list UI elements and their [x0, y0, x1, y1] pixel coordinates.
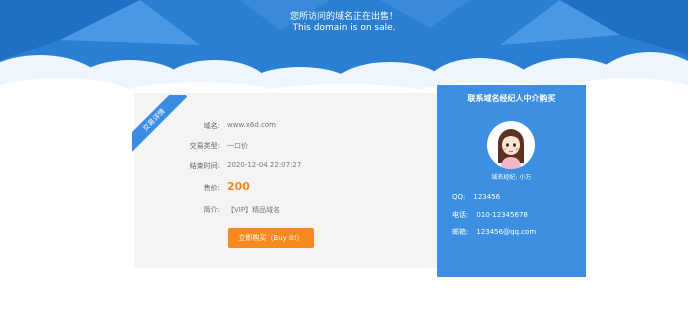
agent-name-line: 域名经纪: 小万 — [437, 172, 586, 181]
price-value: 200 — [227, 180, 250, 193]
row-value: 2020-12-04 22:07:27 — [227, 161, 302, 169]
agent-phone: 电话: 010-12345678 — [452, 210, 528, 220]
email-value[interactable]: 123456@qq.com — [476, 228, 536, 236]
qq-value[interactable]: 123456 — [473, 193, 500, 201]
agent-title: 联系域名经纪人中介购买 — [467, 94, 556, 103]
row-label: 结束时间: — [189, 162, 220, 170]
ribbon: 交易详情 — [132, 95, 190, 153]
listing-panel: 交易详情 域名: www.x6d.com 交易类型: 一口价 结束时间: 202… — [132, 93, 439, 268]
row-value: 一口价 — [227, 142, 248, 150]
agent-panel: 联系域名经纪人中介购买 域名经纪: 小万 QQ: 123456 电话: 010-12… — [437, 85, 586, 277]
phone-value[interactable]: 010-12345678 — [476, 211, 528, 219]
agent-email: 邮箱: 123456@qq.com — [452, 227, 536, 237]
row-label: 交易类型: — [189, 142, 220, 150]
hero-title: 您所访问的域名正在出售！ — [289, 12, 398, 22]
row-label: 售价: — [203, 184, 220, 192]
hero-subtitle: This domain is on sale. — [292, 23, 396, 33]
qq-label: QQ: — [452, 193, 466, 201]
agent-name: 小万 — [519, 174, 532, 181]
agent-qq: QQ: 123456 — [452, 193, 500, 201]
phone-label: 电话: — [452, 211, 469, 219]
row-label: 域名: — [203, 122, 220, 130]
email-label: 邮箱: — [452, 228, 469, 236]
row-value: www.x6d.com — [227, 121, 276, 129]
ribbon-label: 交易详情 — [132, 95, 188, 153]
row-value: 【VIP】精品域名 — [227, 206, 281, 214]
buy-button[interactable]: 立即购买（Buy it!） — [228, 228, 314, 248]
avatar-icon — [498, 129, 524, 169]
row-label: 简介: — [203, 206, 220, 214]
avatar — [487, 121, 535, 169]
agent-name-label: 域名经纪: — [491, 174, 518, 181]
